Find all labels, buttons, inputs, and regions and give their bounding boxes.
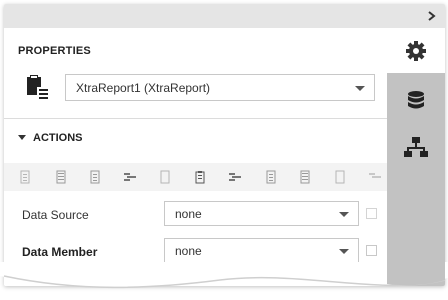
align-justify-icon[interactable] [123, 170, 137, 184]
tab-properties[interactable] [387, 28, 445, 73]
expand-triangle-icon [18, 135, 26, 140]
data-source-label: Data Source [22, 208, 89, 222]
align-right-icon[interactable] [88, 170, 102, 184]
database-icon [408, 91, 424, 109]
align-left-icon[interactable] [18, 170, 32, 184]
data-source-checkbox[interactable] [366, 208, 377, 219]
clipboard-icon[interactable] [193, 170, 207, 184]
chevron-right-icon [428, 11, 436, 21]
data-source-dropdown[interactable]: none [164, 201, 359, 226]
collapse-panel-button[interactable] [423, 6, 441, 26]
size-icon[interactable] [158, 170, 172, 184]
properties-content: PROPERTIES XtraReport1 (XtraReport) ACTI… [4, 28, 387, 286]
actions-toolbar [4, 163, 387, 191]
gear-icon [406, 41, 426, 61]
report-selector-value: XtraReport1 (XtraReport) [76, 81, 211, 95]
data-member-dropdown[interactable]: none [164, 238, 359, 263]
hierarchy-icon [404, 137, 428, 157]
align-center-icon[interactable] [54, 170, 68, 184]
data-member-checkbox[interactable] [366, 245, 377, 256]
report-selector-dropdown[interactable]: XtraReport1 (XtraReport) [65, 74, 375, 101]
align-justify-icon[interactable] [368, 170, 382, 184]
chevron-down-icon [355, 86, 365, 91]
chevron-down-icon [339, 249, 349, 254]
torn-edge-decoration [0, 262, 448, 289]
data-member-value: none [175, 244, 202, 258]
data-source-value: none [175, 207, 202, 221]
section-divider [4, 118, 387, 119]
tab-report-explorer[interactable] [387, 125, 445, 167]
side-tab-column [387, 28, 445, 286]
tab-data-source[interactable] [387, 78, 445, 120]
chevron-down-icon [339, 212, 349, 217]
properties-title: PROPERTIES [18, 45, 91, 57]
align-middle-icon[interactable] [333, 170, 347, 184]
distribute-icon[interactable] [264, 170, 278, 184]
panel-topbar [4, 4, 445, 28]
report-clipboard-icon [24, 74, 50, 100]
actions-title: ACTIONS [33, 132, 83, 144]
align-bottom-icon[interactable] [298, 170, 312, 184]
align-justify-icon[interactable] [228, 170, 242, 184]
properties-panel-window: PROPERTIES XtraReport1 (XtraReport) ACTI… [4, 4, 445, 286]
data-member-label: Data Member [22, 245, 98, 259]
